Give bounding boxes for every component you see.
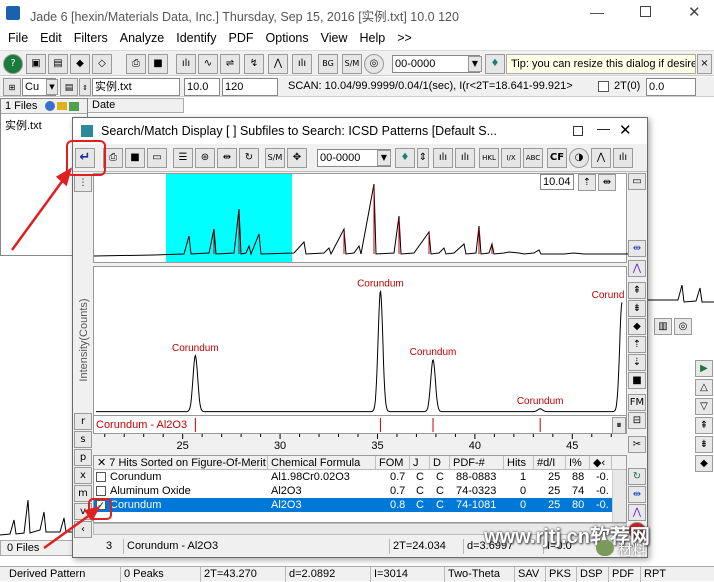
watermark-brand: 材料 — [618, 542, 646, 558]
watermark-logo-icon — [596, 540, 614, 556]
annotation-arrows — [10, 167, 101, 550]
